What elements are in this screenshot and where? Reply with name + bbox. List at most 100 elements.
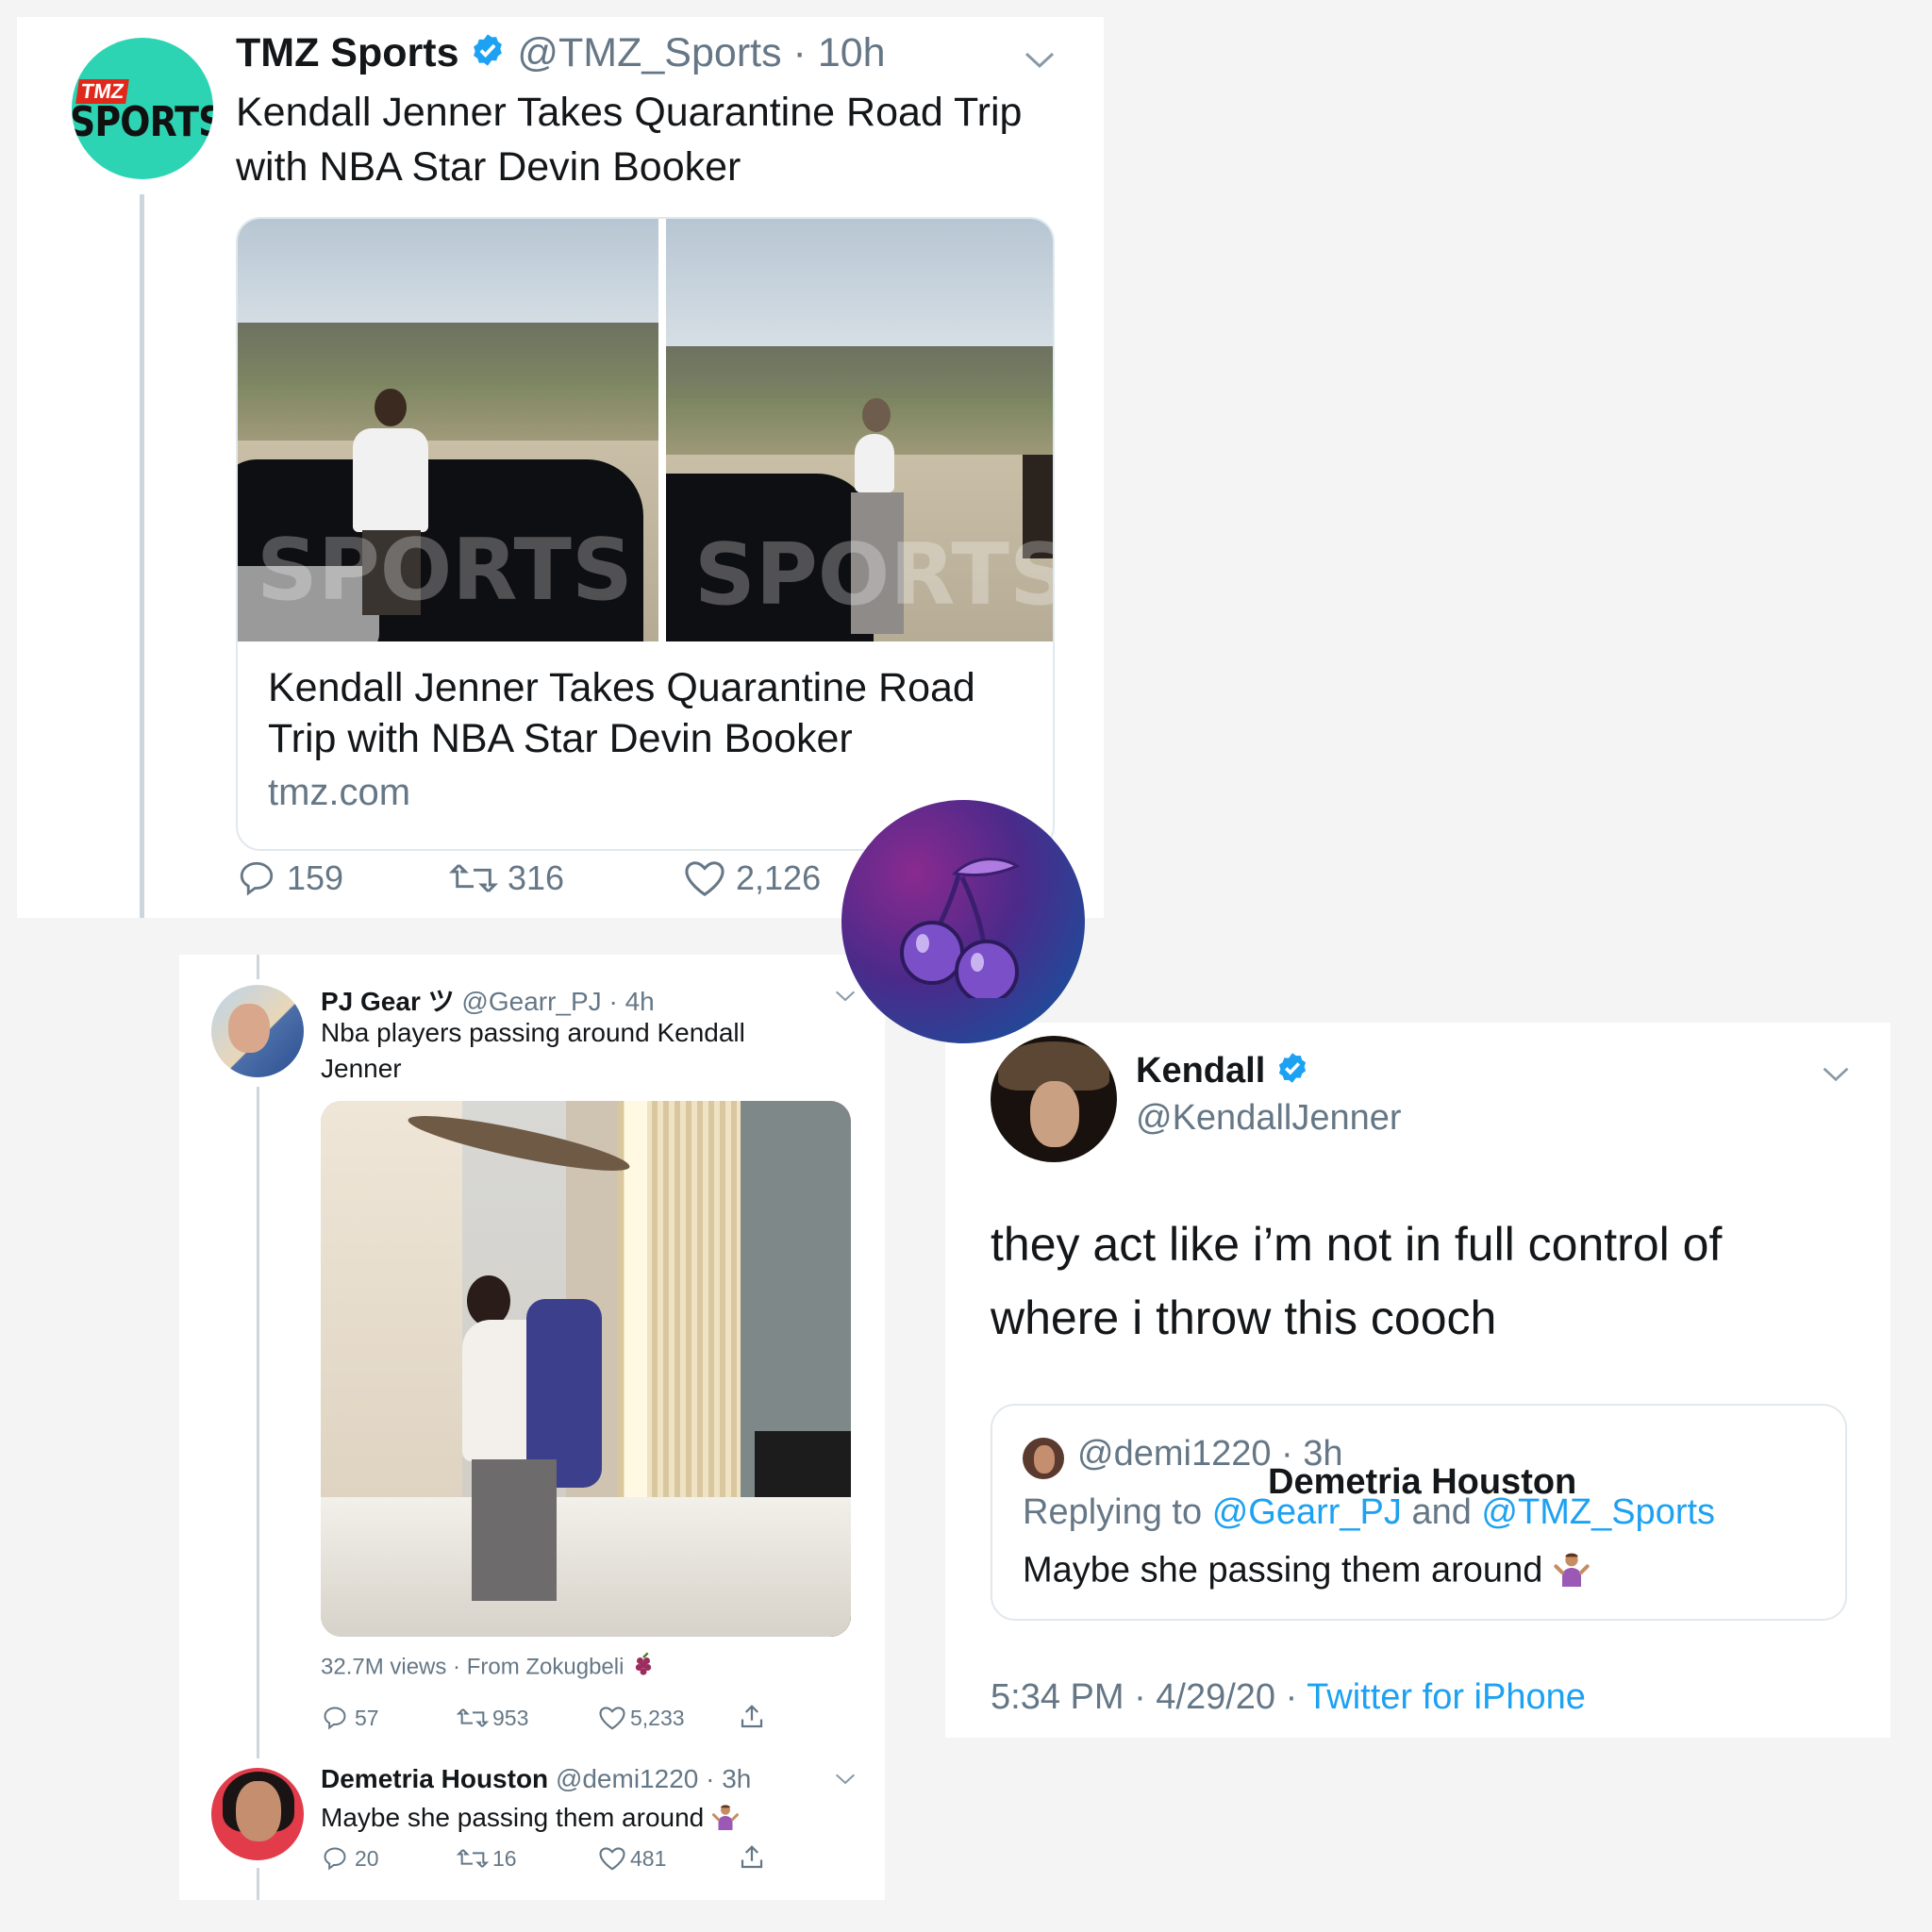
dot-separator: · (608, 987, 618, 1016)
author-handle[interactable]: @KendallJenner (1136, 1098, 1402, 1139)
reply-text: Maybe she passing them around (321, 1802, 740, 1833)
tweet-text: Nba players passing around Kendall Jenne… (321, 1018, 745, 1083)
reply-text-content: Maybe she passing them around (321, 1802, 705, 1832)
tweet-meta: 5:34 PM · 4/29/20 · Twitter for iPhone (991, 1677, 1586, 1718)
reply-count: 159 (287, 858, 344, 897)
retweet-button[interactable]: 953 (457, 1705, 528, 1731)
reply-icon (236, 858, 277, 898)
like-button[interactable]: 2,126 (683, 858, 821, 898)
demetria-avatar[interactable] (211, 1768, 304, 1860)
chevron-down-icon[interactable] (1821, 1064, 1851, 1090)
share-icon (738, 1703, 766, 1731)
tweet-header: TMZ Sports @TMZ_Sports · 10h (236, 30, 886, 78)
reply-time[interactable]: 3h (722, 1764, 751, 1793)
author-name[interactable]: TMZ Sports (236, 30, 458, 75)
shrug-emoji-icon (1553, 1549, 1590, 1587)
tweet-time[interactable]: 4h (625, 987, 655, 1016)
tweet-timestamp[interactable]: 5:34 PM · 4/29/20 · (991, 1677, 1297, 1717)
retweet-count: 316 (508, 858, 565, 897)
photo-right: SPORTS (666, 219, 1053, 641)
quoted-author-handle: @demi1220 (1077, 1434, 1272, 1474)
photo-left: SPORTS (238, 219, 658, 641)
replying-to-user-2[interactable]: @TMZ_Sports (1481, 1492, 1715, 1532)
like-count: 481 (630, 1845, 667, 1871)
chevron-down-icon[interactable] (1023, 49, 1057, 76)
chevron-down-icon[interactable] (834, 989, 857, 1008)
thread-line (140, 194, 144, 918)
reply-retweet-button[interactable]: 16 (457, 1845, 517, 1872)
reply-share-button[interactable] (738, 1843, 766, 1872)
reply-count: 57 (355, 1705, 379, 1730)
link-card[interactable]: SPORTS SPORTS Kendall Jenner Takes Quara… (236, 217, 1055, 851)
cherry-badge (841, 800, 1085, 1043)
reply-author-handle[interactable]: @demi1220 (556, 1764, 698, 1793)
retweet-icon (457, 1845, 489, 1872)
retweet-button[interactable]: 316 (449, 858, 564, 898)
reply-author-name[interactable]: Demetria Houston (321, 1764, 548, 1793)
tweet-header: PJ Gear ツ @Gearr_PJ · 4h (321, 981, 655, 1019)
reply-icon (321, 1845, 349, 1872)
quoted-header: Demetria Houston @demi1220 · 3h (1077, 1434, 1576, 1502)
tweet-text: they act like i’m not in full control of… (991, 1218, 1723, 1344)
reply-icon (321, 1705, 349, 1731)
retweet-count: 16 (492, 1845, 517, 1871)
retweet-icon (457, 1705, 489, 1731)
reply-reply-button[interactable]: 20 (321, 1845, 379, 1872)
link-card-title[interactable]: Kendall Jenner Takes Quarantine Road Tri… (268, 662, 1023, 764)
photo-divider (658, 219, 666, 641)
kendall-avatar[interactable] (991, 1036, 1117, 1162)
kendall-tweet-card[interactable]: Kendall @KendallJenner they act like i’m… (945, 1023, 1890, 1738)
tmz-logo-sports: SPORTS (72, 98, 213, 146)
reply-button[interactable]: 159 (236, 858, 343, 898)
dot-separator: · (792, 30, 807, 75)
reply-count: 20 (355, 1845, 379, 1871)
video-views-source: 32.7M views · From Zokugbeli (321, 1651, 653, 1680)
like-count: 5,233 (630, 1705, 685, 1730)
tmz-sports-avatar[interactable]: TMZ SPORTS (72, 38, 213, 179)
grapes-icon (630, 1651, 653, 1675)
quoted-text: Maybe she passing them around (1023, 1549, 1590, 1591)
share-button[interactable] (738, 1703, 766, 1731)
reply-header: Demetria Houston @demi1220 · 3h (321, 1764, 751, 1794)
author-name[interactable]: Kendall (1136, 1051, 1265, 1091)
reply-button[interactable]: 57 (321, 1705, 379, 1731)
verified-icon (1275, 1051, 1309, 1094)
replying-to-label: Replying to (1023, 1492, 1203, 1532)
author-handle[interactable]: @TMZ_Sports (517, 30, 781, 75)
thread-line (257, 1087, 259, 1758)
heart-icon (598, 1845, 626, 1872)
tweet-time[interactable]: 10h (818, 30, 886, 75)
like-count: 2,126 (736, 858, 822, 897)
views-text: 32.7M views · From Zokugbeli (321, 1654, 625, 1680)
quoted-text-content: Maybe she passing them around (1023, 1550, 1543, 1591)
author-handle[interactable]: @Gearr_PJ (461, 987, 601, 1016)
author-name-row: Kendall (1136, 1051, 1309, 1094)
replying-and: and (1411, 1492, 1472, 1532)
quoted-tweet[interactable]: Demetria Houston @demi1220 · 3h Replying… (991, 1404, 1847, 1621)
like-button[interactable]: 5,233 (598, 1705, 685, 1731)
author-name[interactable]: PJ Gear ツ (321, 987, 455, 1016)
verified-icon (470, 32, 506, 78)
link-card-domain[interactable]: tmz.com (268, 772, 410, 814)
quoted-author-avatar (1023, 1438, 1064, 1479)
tweet-source[interactable]: Twitter for iPhone (1307, 1677, 1586, 1717)
chevron-down-icon[interactable] (834, 1772, 857, 1791)
reply-like-button[interactable]: 481 (598, 1845, 666, 1872)
pj-gear-tweet-card[interactable]: PJ Gear ツ @Gearr_PJ · 4h Nba players pas… (179, 955, 885, 1900)
retweet-icon (449, 858, 498, 898)
shrug-emoji-icon (711, 1802, 740, 1830)
thread-line-bottom (257, 1868, 259, 1900)
video-player[interactable] (321, 1101, 851, 1637)
replying-to-line: Replying to @Gearr_PJ and @TMZ_Sports (1023, 1492, 1715, 1533)
retweet-count: 953 (492, 1705, 529, 1730)
dot-separator: · (706, 1764, 715, 1793)
pj-gear-avatar[interactable] (211, 985, 304, 1077)
tweet-text: Kendall Jenner Takes Quarantine Road Tri… (236, 90, 1023, 190)
tmz-tweet-card[interactable]: TMZ SPORTS TMZ Sports @TMZ_Sports · 10h … (17, 17, 1104, 918)
replying-to-user-1[interactable]: @Gearr_PJ (1212, 1492, 1402, 1532)
thread-line-top (257, 955, 259, 979)
heart-icon (598, 1705, 626, 1731)
cherry-icon (896, 847, 1033, 998)
share-icon (738, 1843, 766, 1872)
heart-icon (683, 858, 726, 898)
